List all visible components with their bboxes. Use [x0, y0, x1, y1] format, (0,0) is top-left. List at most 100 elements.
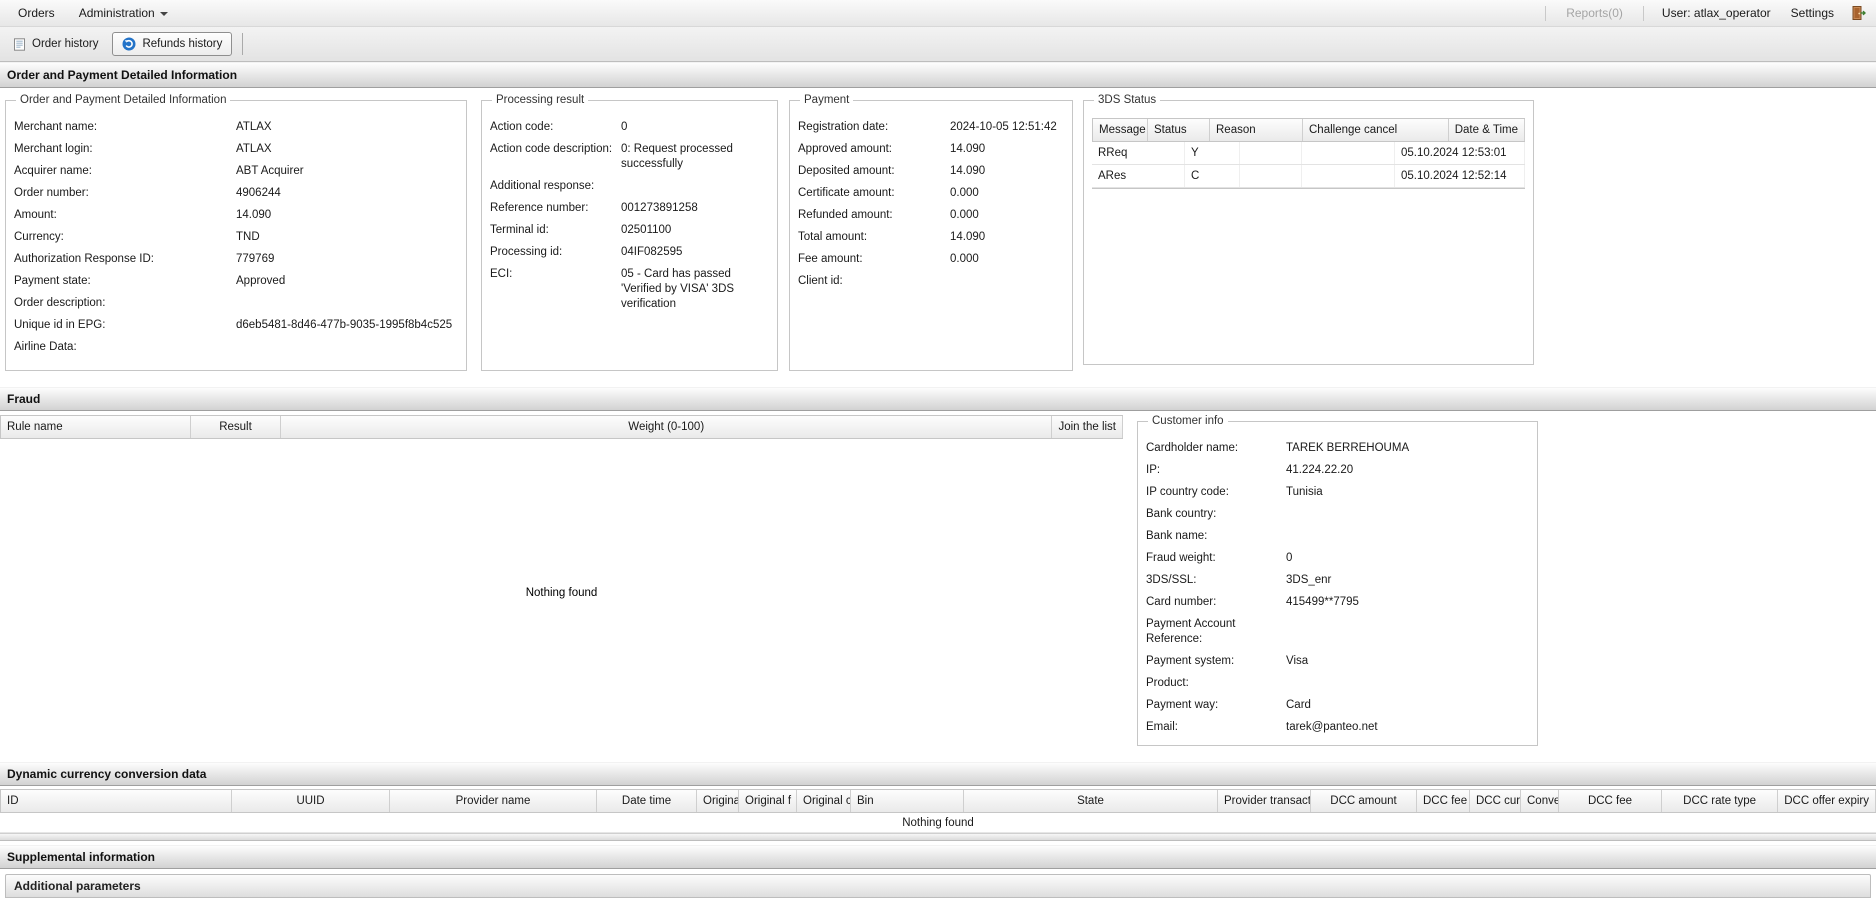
threeds-status-legend: 3DS Status: [1098, 94, 1157, 106]
field-label: Payment state:: [14, 275, 91, 287]
field-value: TAREK BERREHOUMA: [1286, 442, 1410, 454]
field-row: Action code: 0: [490, 120, 769, 135]
field-row: Unique id in EPG: d6eb5481-8d46-477b-903…: [14, 318, 458, 333]
menu-orders[interactable]: Orders: [6, 2, 67, 24]
menu-settings[interactable]: Settings: [1783, 2, 1842, 24]
column-header: Message type: [1093, 119, 1148, 141]
column-header: Provider transaction id: [1218, 790, 1311, 812]
section-header-supplemental[interactable]: Supplemental information: [0, 845, 1876, 869]
section-header-supplemental-label: Supplemental information: [7, 850, 156, 864]
chevron-down-icon: [159, 12, 168, 16]
section-header-fraud-label: Fraud: [7, 392, 41, 406]
field-label: Amount:: [14, 209, 57, 221]
field-label: Total amount:: [798, 231, 868, 243]
menubar-right: Reports(0) User: atlax_operator Settings: [1539, 2, 1870, 24]
field-row: Fraud weight: 0: [1146, 551, 1529, 566]
cell-message-type: RReq: [1092, 142, 1185, 164]
refunds-history-icon: [122, 37, 136, 51]
field-value: [1286, 617, 1529, 647]
section-header-dcc[interactable]: Dynamic currency conversion data: [0, 762, 1876, 786]
field-row: Payment Account Reference:: [1146, 617, 1529, 647]
field-value: [1286, 676, 1529, 691]
field-value: tarek@panteo.net: [1286, 721, 1378, 733]
field-label: Action code:: [490, 121, 554, 133]
field-value: ATLAX: [236, 121, 272, 133]
field-row: IP: 41.224.22.20: [1146, 463, 1529, 478]
threeds-table-header: Message type Status Reason Challenge can…: [1092, 118, 1525, 142]
detail-fieldsets-row: Order and Payment Detailed Information M…: [0, 88, 1876, 387]
field-value: 415499**7795: [1286, 596, 1359, 608]
field-label: Merchant login:: [14, 143, 93, 155]
field-label: Terminal id:: [490, 224, 549, 236]
tab-order-history-label: Order history: [32, 38, 99, 50]
field-label: Bank country:: [1146, 508, 1217, 520]
payment-fields: Registration date: 2024-10-05 12:51:42 A…: [798, 112, 1064, 289]
field-label: Certificate amount:: [798, 187, 895, 199]
field-value: d6eb5481-8d46-477b-9035-1995f8b4c525: [236, 319, 453, 331]
field-value: ATLAX: [236, 143, 272, 155]
field-label: Email:: [1146, 721, 1178, 733]
cell-datetime: 05.10.2024 12:52:14: [1395, 165, 1525, 187]
menu-reports[interactable]: Reports(0): [1556, 2, 1633, 24]
threeds-table-body: RReq Y 05.10.2024 12:53:01 ARes C 05.10.…: [1092, 142, 1525, 189]
payment-legend: Payment: [804, 94, 850, 106]
field-label: Acquirer name:: [14, 165, 92, 177]
field-label: Payment way:: [1146, 699, 1219, 711]
menu-administration[interactable]: Administration: [67, 2, 180, 24]
field-label: Merchant name:: [14, 121, 98, 133]
field-value: ABT Acquirer: [236, 165, 304, 177]
order-info-legend: Order and Payment Detailed Information: [20, 94, 227, 106]
field-row: Client id:: [798, 274, 1064, 289]
field-value: [1286, 507, 1529, 522]
menu-administration-label: Administration: [78, 6, 155, 20]
field-row: Bank country:: [1146, 507, 1529, 522]
section-header-fraud[interactable]: Fraud: [0, 387, 1876, 411]
tab-refunds-history[interactable]: Refunds history: [112, 32, 233, 56]
field-row: Additional response:: [490, 179, 769, 194]
column-header: Date & Time: [1449, 119, 1525, 141]
field-row: Payment way: Card: [1146, 698, 1529, 713]
section-header-order-payment-label: Order and Payment Detailed Information: [7, 68, 238, 82]
fraud-empty-text: Nothing found: [525, 587, 598, 599]
cell-status: C: [1185, 165, 1240, 187]
field-label: Payment Account Reference:: [1146, 618, 1236, 645]
processing-result-legend: Processing result: [496, 94, 585, 106]
field-value: 4906244: [236, 187, 281, 199]
column-header: Original amount: [697, 790, 739, 812]
column-header: Date time: [597, 790, 697, 812]
column-header: Result: [191, 416, 281, 438]
field-value: 0.000: [950, 253, 979, 265]
field-row: Payment state: Approved: [14, 274, 458, 289]
field-label: Cardholder name:: [1146, 442, 1239, 454]
field-row: Order number: 4906244: [14, 186, 458, 201]
section-header-order-payment[interactable]: Order and Payment Detailed Information: [0, 62, 1876, 88]
threeds-row[interactable]: RReq Y 05.10.2024 12:53:01: [1092, 142, 1525, 165]
fraud-table-header: Rule name Result Weight (0-100) Join the…: [0, 415, 1123, 439]
field-value: [236, 340, 458, 355]
field-value: 14.090: [950, 231, 986, 243]
field-label: Approved amount:: [798, 143, 892, 155]
horizontal-scrollbar-strip[interactable]: [0, 833, 1876, 841]
field-row: Reference number: 001273891258: [490, 201, 769, 216]
section-header-additional-parameters[interactable]: Additional parameters: [5, 874, 1871, 898]
field-label: IP:: [1146, 464, 1161, 476]
tab-order-history[interactable]: Order history: [3, 33, 108, 56]
field-value: 0.000: [950, 209, 979, 221]
top-menubar: Orders Administration Reports(0) User: a…: [0, 0, 1876, 27]
column-header: Conversi: [1521, 790, 1559, 812]
field-label: 3DS/SSL:: [1146, 574, 1197, 586]
field-label: Fraud weight:: [1146, 552, 1216, 564]
field-label: Reference number:: [490, 202, 589, 214]
field-label: Product:: [1146, 677, 1189, 689]
field-value: Tunisia: [1286, 486, 1323, 498]
threeds-row[interactable]: ARes C 05.10.2024 12:52:14: [1092, 165, 1525, 188]
column-header: Rule name: [1, 416, 191, 438]
logout-button[interactable]: [1846, 3, 1870, 23]
column-header: DCC curr: [1470, 790, 1521, 812]
field-row: Certificate amount: 0.000: [798, 186, 1064, 201]
column-header: Join the list: [1052, 416, 1123, 438]
field-value: 04IF082595: [621, 246, 683, 258]
cell-status: Y: [1185, 142, 1240, 164]
menubar-separator: [1545, 5, 1547, 21]
processing-result-fields: Action code: 0 Action code description: …: [490, 112, 769, 312]
